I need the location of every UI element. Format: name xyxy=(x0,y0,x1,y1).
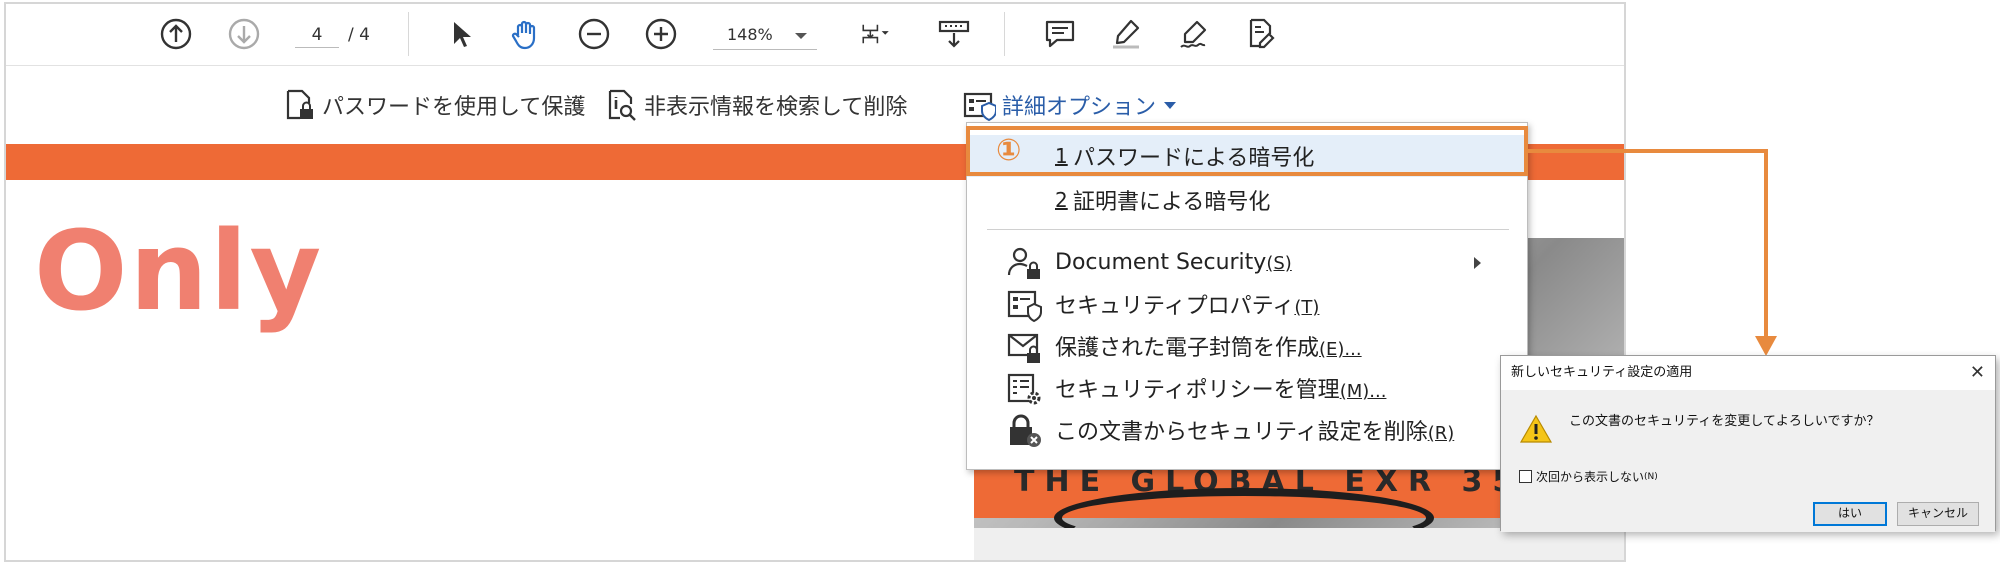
dialog-message: この文書のセキュリティを変更してよろしいですか？ xyxy=(1569,414,1880,429)
toolbar-divider xyxy=(1004,12,1005,56)
step-marker: ① xyxy=(996,133,1022,168)
user-lock-icon xyxy=(1007,247,1040,279)
menu-item-label: 保護された電子封筒を作成(E)... xyxy=(1055,336,1362,361)
menu-item-label: 証明書による暗号化 xyxy=(1073,190,1271,215)
callout-arrow-head xyxy=(1755,336,1777,356)
menu-item-security-properties[interactable]: セキュリティプロパティ(T) xyxy=(967,283,1527,325)
find-remove-hidden-label: 非表示情報を検索して削除 xyxy=(644,95,908,120)
find-remove-hidden-button[interactable]: 非表示情報を検索して削除 xyxy=(604,88,907,122)
photo-bottom xyxy=(974,528,1624,560)
dialog-title-bar: 新しいセキュリティ設定の適用 ✕ xyxy=(1501,356,1995,390)
checkbox-access-key: (N) xyxy=(1644,471,1658,482)
lock-remove-icon xyxy=(1010,414,1041,447)
prev-page-icon[interactable] xyxy=(158,16,194,52)
checkbox-label: 次回から表示しない xyxy=(1536,470,1645,484)
advanced-options-label: 詳細オプション xyxy=(1002,95,1157,120)
menu-item-label: セキュリティポリシーを管理(M)... xyxy=(1055,378,1387,403)
document-headline: Only xyxy=(34,207,324,335)
toolbar-divider xyxy=(408,12,409,56)
next-page-icon[interactable] xyxy=(226,16,262,52)
policy-gear-icon xyxy=(1007,373,1041,405)
page-number-input[interactable]: 4 xyxy=(295,22,339,48)
chevron-right-icon xyxy=(1474,257,1481,269)
advanced-options-button[interactable]: 詳細オプション xyxy=(962,88,1177,122)
envelope-lock-icon xyxy=(1007,333,1040,363)
callout-arrow-line xyxy=(1528,149,1768,153)
highlight-icon[interactable] xyxy=(1108,16,1144,52)
sign-icon[interactable] xyxy=(1176,16,1212,52)
zoom-out-icon[interactable] xyxy=(576,16,612,52)
hand-icon[interactable] xyxy=(508,16,544,52)
callout-arrow-line xyxy=(1764,149,1768,339)
warning-icon xyxy=(1519,414,1553,443)
dialog-title: 新しいセキュリティ設定の適用 xyxy=(1511,365,1693,380)
fit-page-icon[interactable] xyxy=(852,16,900,52)
menu-item-create-envelope[interactable]: 保護された電子封筒を作成(E)... xyxy=(967,325,1527,367)
main-toolbar: 4 / 4 148% xyxy=(6,4,1624,66)
security-settings-icon xyxy=(963,92,996,122)
document-lock-icon xyxy=(286,89,313,120)
menu-divider xyxy=(987,229,1509,230)
menu-item-document-security[interactable]: Document Security(S) xyxy=(967,241,1527,283)
checkbox-box[interactable] xyxy=(1519,470,1532,483)
password-protect-button[interactable]: パスワードを使用して保護 xyxy=(282,88,585,122)
zoom-in-icon[interactable] xyxy=(643,16,679,52)
dialog-body: この文書のセキュリティを変更してよろしいですか？ 次回から表示しない (N) は… xyxy=(1501,390,1995,532)
close-icon[interactable]: ✕ xyxy=(1970,360,1985,386)
security-properties-icon xyxy=(1007,290,1042,323)
scroll-mode-icon[interactable] xyxy=(936,16,972,52)
document-search-icon xyxy=(608,89,636,121)
menu-item-remove-security[interactable]: この文書からセキュリティ設定を削除(R) xyxy=(967,409,1527,451)
chevron-down-icon xyxy=(1164,101,1177,109)
step-highlight-box xyxy=(966,126,1528,176)
menu-item-manage-policies[interactable]: セキュリティポリシーを管理(M)... xyxy=(967,367,1527,409)
menu-item-label: この文書からセキュリティ設定を削除(R) xyxy=(1055,420,1455,445)
menu-item-number: 2 xyxy=(1055,188,1068,212)
apply-security-dialog: 新しいセキュリティ設定の適用 ✕ この文書のセキュリティを変更してよろしいですか… xyxy=(1500,355,1996,532)
zoom-select[interactable]: 148% xyxy=(713,20,817,50)
dont-show-again-checkbox[interactable]: 次回から表示しない (N) xyxy=(1519,468,1658,485)
yes-button[interactable]: はい xyxy=(1813,502,1887,526)
password-protect-label: パスワードを使用して保護 xyxy=(322,95,586,120)
cancel-button[interactable]: キャンセル xyxy=(1897,502,1979,526)
select-icon[interactable] xyxy=(442,16,478,52)
page-total: / 4 xyxy=(348,25,370,45)
menu-item-certificate-encrypt[interactable]: 2 証明書による暗号化 xyxy=(967,179,1527,221)
zoom-value: 148% xyxy=(727,25,773,44)
menu-item-label: セキュリティプロパティ(T) xyxy=(1055,294,1320,319)
fill-sign-icon[interactable] xyxy=(1242,16,1278,52)
comment-icon[interactable] xyxy=(1042,16,1078,52)
menu-item-label: Document Security(S) xyxy=(1055,249,1292,275)
chevron-down-icon xyxy=(795,33,807,39)
